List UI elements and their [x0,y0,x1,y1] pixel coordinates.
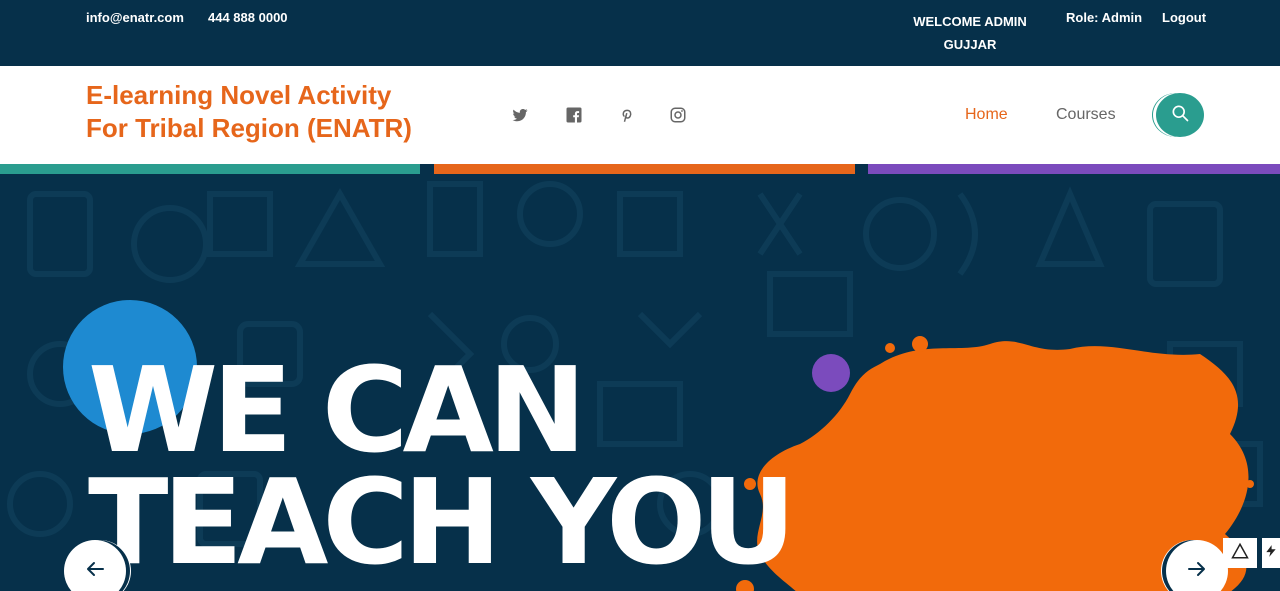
arrow-right-icon [1185,557,1209,586]
nav-home[interactable]: Home [965,106,1008,124]
orange-stripe [434,164,855,174]
twitter-icon[interactable] [511,106,531,126]
hero-slider: WE CAN TEACH YOU [0,174,1280,591]
site-header: E-learning Novel Activity For Tribal Reg… [0,66,1280,164]
welcome-message: WELCOME ADMIN GUJJAR [913,14,1027,52]
lightning-button[interactable] [1262,538,1280,568]
purple-stripe [868,164,1280,174]
teal-stripe [0,164,420,174]
warning-triangle-icon [1231,542,1249,565]
hero-headline: WE CAN TEACH YOU [88,341,796,591]
hero-line-2: TEACH YOU [88,453,796,591]
hero-line-1: WE CAN [88,341,587,479]
pinterest-icon[interactable] [617,106,637,126]
facebook-icon[interactable] [565,106,585,126]
user-role: Role: Admin [1066,10,1143,25]
arrow-left-icon [83,557,107,586]
top-bar: info@enatr.com 444 888 0000 WELCOME ADMI… [0,0,1280,66]
warning-button[interactable] [1223,538,1257,568]
site-logo[interactable]: E-learning Novel Activity For Tribal Reg… [86,79,446,145]
search-button[interactable] [1156,93,1204,137]
contact-phone[interactable]: 444 888 0000 [208,10,288,25]
contact-email[interactable]: info@enatr.com [86,10,184,25]
instagram-icon[interactable] [669,106,689,126]
logo-line-1: E-learning Novel Activity [86,80,392,110]
decorative-purple-circle [812,354,850,392]
search-icon [1170,103,1190,128]
lightning-icon [1264,542,1278,565]
logout-link[interactable]: Logout [1162,10,1206,25]
nav-courses[interactable]: Courses [1056,106,1116,124]
logo-line-2: For Tribal Region (ENATR) [86,113,412,143]
